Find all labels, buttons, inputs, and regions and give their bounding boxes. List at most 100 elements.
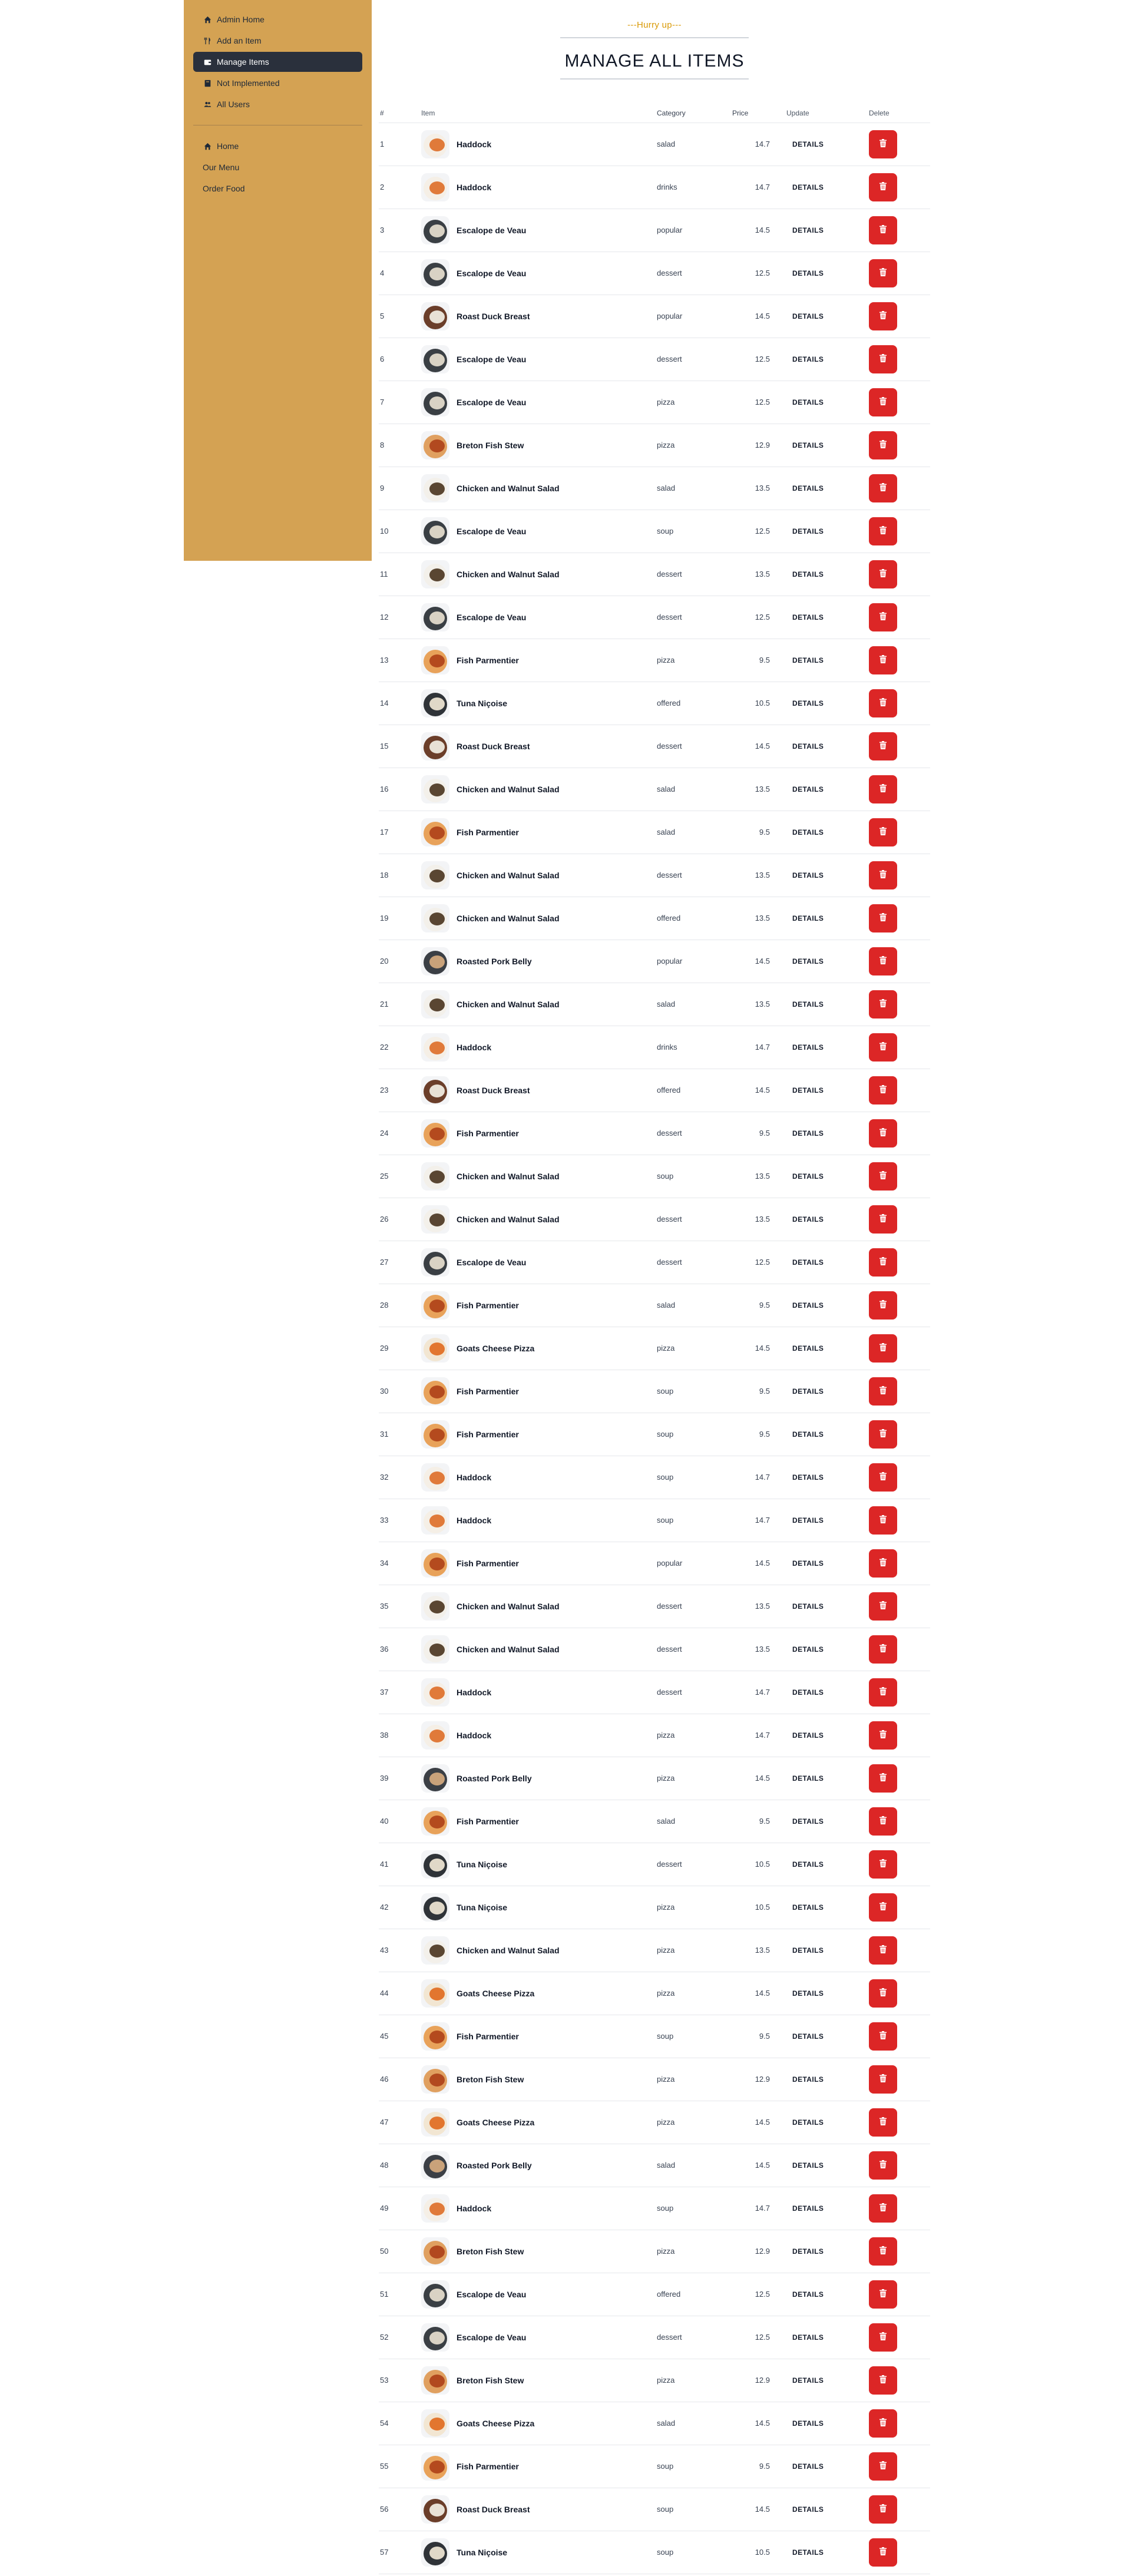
sidebar-item-not-implemented[interactable]: Not Implemented bbox=[193, 73, 362, 93]
delete-button[interactable] bbox=[869, 2538, 897, 2567]
details-button[interactable]: DETAILS bbox=[786, 1813, 829, 1830]
delete-button[interactable] bbox=[869, 1291, 897, 1320]
delete-button[interactable] bbox=[869, 1764, 897, 1793]
details-button[interactable]: DETAILS bbox=[786, 1383, 829, 1400]
delete-button[interactable] bbox=[869, 517, 897, 545]
delete-button[interactable] bbox=[869, 1979, 897, 2008]
details-button[interactable]: DETAILS bbox=[786, 566, 829, 583]
delete-button[interactable] bbox=[869, 1549, 897, 1578]
details-button[interactable]: DETAILS bbox=[786, 523, 829, 540]
details-button[interactable]: DETAILS bbox=[786, 1856, 829, 1873]
delete-button[interactable] bbox=[869, 2237, 897, 2266]
delete-button[interactable] bbox=[869, 603, 897, 631]
details-button[interactable]: DETAILS bbox=[786, 1039, 829, 1056]
delete-button[interactable] bbox=[869, 2366, 897, 2395]
delete-button[interactable] bbox=[869, 2022, 897, 2051]
details-button[interactable]: DETAILS bbox=[786, 1469, 829, 1486]
sidebar-item-add-item[interactable]: Add an Item bbox=[193, 31, 362, 51]
details-button[interactable]: DETAILS bbox=[786, 1899, 829, 1916]
delete-button[interactable] bbox=[869, 1420, 897, 1449]
delete-button[interactable] bbox=[869, 1033, 897, 1062]
delete-button[interactable] bbox=[869, 1119, 897, 1148]
details-button[interactable]: DETAILS bbox=[786, 996, 829, 1013]
details-button[interactable]: DETAILS bbox=[786, 1942, 829, 1959]
details-button[interactable]: DETAILS bbox=[786, 1297, 829, 1314]
delete-button[interactable] bbox=[869, 2495, 897, 2524]
details-button[interactable]: DETAILS bbox=[786, 1985, 829, 2002]
details-button[interactable]: DETAILS bbox=[786, 1770, 829, 1787]
details-button[interactable]: DETAILS bbox=[786, 2372, 829, 2389]
delete-button[interactable] bbox=[869, 1936, 897, 1965]
delete-button[interactable] bbox=[869, 990, 897, 1019]
delete-button[interactable] bbox=[869, 2151, 897, 2180]
details-button[interactable]: DETAILS bbox=[786, 1684, 829, 1701]
delete-button[interactable] bbox=[869, 1850, 897, 1879]
details-button[interactable]: DETAILS bbox=[786, 2157, 829, 2174]
sidebar-item-all-users[interactable]: All Users bbox=[193, 94, 362, 114]
delete-button[interactable] bbox=[869, 345, 897, 373]
delete-button[interactable] bbox=[869, 2280, 897, 2309]
details-button[interactable]: DETAILS bbox=[786, 1512, 829, 1529]
details-button[interactable]: DETAILS bbox=[786, 480, 829, 497]
details-button[interactable]: DETAILS bbox=[786, 178, 829, 196]
sidebar-item-order-food[interactable]: Order Food bbox=[193, 178, 362, 199]
delete-button[interactable] bbox=[869, 818, 897, 846]
delete-button[interactable] bbox=[869, 861, 897, 889]
details-button[interactable]: DETAILS bbox=[786, 264, 829, 282]
delete-button[interactable] bbox=[869, 1463, 897, 1492]
details-button[interactable]: DETAILS bbox=[786, 2200, 829, 2217]
details-button[interactable]: DETAILS bbox=[786, 781, 829, 798]
delete-button[interactable] bbox=[869, 2452, 897, 2481]
details-button[interactable]: DETAILS bbox=[786, 609, 829, 626]
delete-button[interactable] bbox=[869, 1893, 897, 1922]
details-button[interactable]: DETAILS bbox=[786, 1082, 829, 1099]
details-button[interactable]: DETAILS bbox=[786, 1727, 829, 1744]
delete-button[interactable] bbox=[869, 646, 897, 674]
delete-button[interactable] bbox=[869, 2065, 897, 2094]
details-button[interactable]: DETAILS bbox=[786, 867, 829, 884]
delete-button[interactable] bbox=[869, 1334, 897, 1363]
details-button[interactable]: DETAILS bbox=[786, 1598, 829, 1615]
details-button[interactable]: DETAILS bbox=[786, 2329, 829, 2346]
details-button[interactable]: DETAILS bbox=[786, 221, 829, 239]
details-button[interactable]: DETAILS bbox=[786, 738, 829, 755]
sidebar-item-manage-items[interactable]: Manage Items bbox=[193, 52, 362, 72]
details-button[interactable]: DETAILS bbox=[786, 350, 829, 368]
delete-button[interactable] bbox=[869, 1592, 897, 1621]
delete-button[interactable] bbox=[869, 732, 897, 760]
delete-button[interactable] bbox=[869, 904, 897, 932]
delete-button[interactable] bbox=[869, 388, 897, 416]
details-button[interactable]: DETAILS bbox=[786, 2071, 829, 2088]
delete-button[interactable] bbox=[869, 560, 897, 588]
details-button[interactable]: DETAILS bbox=[786, 2114, 829, 2131]
details-button[interactable]: DETAILS bbox=[786, 1211, 829, 1228]
details-button[interactable]: DETAILS bbox=[786, 2243, 829, 2260]
delete-button[interactable] bbox=[869, 1076, 897, 1105]
delete-button[interactable] bbox=[869, 689, 897, 717]
details-button[interactable]: DETAILS bbox=[786, 1426, 829, 1443]
delete-button[interactable] bbox=[869, 302, 897, 330]
delete-button[interactable] bbox=[869, 1807, 897, 1836]
details-button[interactable]: DETAILS bbox=[786, 135, 829, 153]
delete-button[interactable] bbox=[869, 2108, 897, 2137]
delete-button[interactable] bbox=[869, 1678, 897, 1707]
details-button[interactable]: DETAILS bbox=[786, 2501, 829, 2518]
details-button[interactable]: DETAILS bbox=[786, 1641, 829, 1658]
delete-button[interactable] bbox=[869, 1248, 897, 1277]
delete-button[interactable] bbox=[869, 431, 897, 459]
delete-button[interactable] bbox=[869, 1635, 897, 1664]
details-button[interactable]: DETAILS bbox=[786, 437, 829, 454]
delete-button[interactable] bbox=[869, 1205, 897, 1234]
details-button[interactable]: DETAILS bbox=[786, 953, 829, 970]
details-button[interactable]: DETAILS bbox=[786, 2286, 829, 2303]
delete-button[interactable] bbox=[869, 474, 897, 502]
delete-button[interactable] bbox=[869, 947, 897, 975]
delete-button[interactable] bbox=[869, 2409, 897, 2438]
details-button[interactable]: DETAILS bbox=[786, 1125, 829, 1142]
details-button[interactable]: DETAILS bbox=[786, 2544, 829, 2561]
delete-button[interactable] bbox=[869, 1506, 897, 1535]
delete-button[interactable] bbox=[869, 1162, 897, 1191]
details-button[interactable]: DETAILS bbox=[786, 824, 829, 841]
details-button[interactable]: DETAILS bbox=[786, 1168, 829, 1185]
delete-button[interactable] bbox=[869, 130, 897, 158]
